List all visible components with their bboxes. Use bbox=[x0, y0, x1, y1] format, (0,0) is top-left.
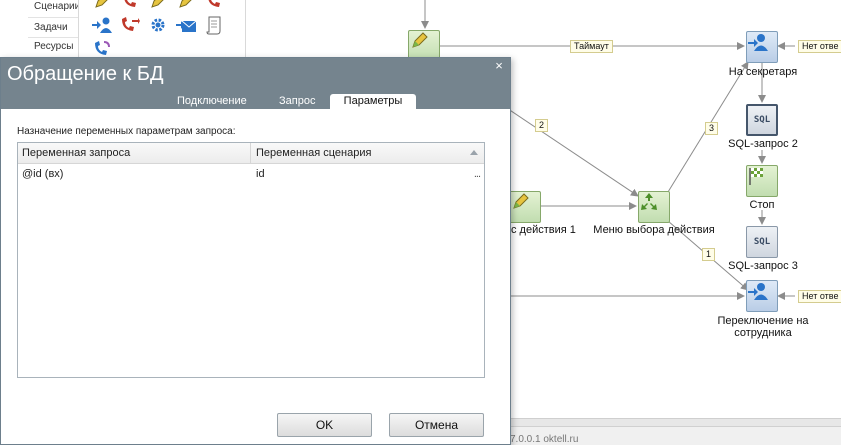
parameters-grid[interactable]: Переменная запроса Переменная сценария @… bbox=[17, 142, 485, 378]
db-query-dialog: Обращение к БД × Подключение Запрос Пара… bbox=[0, 57, 511, 445]
action-1-node[interactable] bbox=[509, 191, 541, 223]
sql-query-3-node[interactable]: SQL bbox=[746, 226, 778, 258]
tab-query[interactable]: Запрос bbox=[279, 94, 319, 109]
script-variable-value: id bbox=[256, 168, 265, 180]
divider bbox=[28, 37, 78, 38]
edge-label-2: 2 bbox=[535, 119, 549, 132]
dialog-title: Обращение к БД bbox=[7, 63, 164, 85]
menu-arrows-icon bbox=[641, 193, 657, 210]
sql-icon: SQL bbox=[753, 237, 771, 247]
divider bbox=[28, 17, 78, 18]
browse-button[interactable]: ... bbox=[474, 165, 481, 184]
stop-node-label: Стоп bbox=[749, 199, 775, 211]
secretary-node[interactable] bbox=[746, 31, 778, 63]
dialog-header: Обращение к БД × Подключение Запрос Пара… bbox=[1, 58, 510, 109]
tool-palette bbox=[78, 0, 246, 60]
edge-label-no-answer: Нет отве bbox=[798, 40, 841, 53]
column-header-script-variable[interactable]: Переменная сценария bbox=[252, 143, 484, 164]
horizontal-scrollbar[interactable] bbox=[509, 419, 841, 427]
edit-icon[interactable] bbox=[145, 0, 171, 12]
close-icon[interactable]: × bbox=[492, 59, 506, 73]
switch-label-line1: Переключение на bbox=[717, 315, 809, 327]
edge-label-no-answer: Нет отве bbox=[798, 290, 841, 303]
grid-header: Переменная запроса Переменная сценария bbox=[18, 143, 484, 164]
user-icon[interactable] bbox=[89, 14, 115, 36]
ok-button[interactable]: OK bbox=[277, 413, 372, 437]
secretary-node-label: На секретаря bbox=[728, 66, 798, 78]
edge-label-1: 1 bbox=[702, 248, 716, 261]
tab-connection[interactable]: Подключение bbox=[177, 94, 249, 109]
pencil-icon bbox=[513, 193, 529, 209]
column-header-query-variable[interactable]: Переменная запроса bbox=[18, 143, 251, 164]
action-menu-node[interactable] bbox=[638, 191, 670, 223]
pencil-icon bbox=[412, 32, 428, 48]
tab-parameters[interactable]: Параметры bbox=[330, 94, 416, 109]
mail-icon[interactable] bbox=[173, 14, 199, 36]
action-1-label: с действия 1 bbox=[511, 224, 576, 236]
gear-icon[interactable] bbox=[145, 14, 171, 36]
switch-label-line2: сотрудника bbox=[734, 327, 792, 339]
pencil-icon[interactable] bbox=[89, 0, 115, 12]
user-transfer-icon bbox=[748, 34, 768, 51]
sidebar: Сценарии Задачи Ресурсы bbox=[0, 0, 80, 60]
script-variable-cell[interactable]: id ... bbox=[252, 165, 484, 184]
query-variable-cell[interactable]: @id (вх) bbox=[18, 165, 251, 184]
sidebar-item-scenarios[interactable]: Сценарии bbox=[34, 1, 80, 12]
section-label: Назначение переменных параметрам запроса… bbox=[17, 126, 236, 137]
column-header-label: Переменная сценария bbox=[256, 147, 372, 159]
sidebar-item-resources[interactable]: Ресурсы bbox=[34, 41, 73, 52]
pencil-icon[interactable] bbox=[173, 0, 199, 12]
sidebar-item-tasks[interactable]: Задачи bbox=[34, 22, 68, 33]
cancel-button[interactable]: Отмена bbox=[389, 413, 484, 437]
action-menu-label: Меню выбора действия bbox=[593, 224, 715, 236]
status-bar: 7.0.0.1 oktell.ru bbox=[509, 418, 841, 445]
sort-arrow-icon bbox=[470, 150, 478, 155]
sql-query-3-label: SQL-запрос 3 bbox=[728, 260, 798, 272]
phone-transfer-icon[interactable] bbox=[117, 14, 143, 36]
stop-node[interactable] bbox=[746, 165, 778, 197]
table-row[interactable]: @id (вх) id ... bbox=[18, 165, 484, 184]
flag-icon bbox=[749, 168, 763, 185]
user-transfer-icon bbox=[748, 283, 768, 300]
scroll-icon[interactable] bbox=[201, 14, 227, 36]
edge-label-timeout: Таймаут bbox=[570, 40, 613, 53]
edge-label-3: 3 bbox=[705, 122, 719, 135]
sql-icon: SQL bbox=[753, 115, 771, 125]
sql-query-2-node[interactable]: SQL bbox=[746, 104, 778, 136]
phone-icon[interactable] bbox=[117, 0, 143, 12]
phone-icon[interactable] bbox=[201, 0, 227, 12]
sql-query-2-label: SQL-запрос 2 bbox=[728, 138, 798, 150]
status-text: 7.0.0.1 oktell.ru bbox=[510, 434, 579, 445]
switch-to-employee-node[interactable] bbox=[746, 280, 778, 312]
